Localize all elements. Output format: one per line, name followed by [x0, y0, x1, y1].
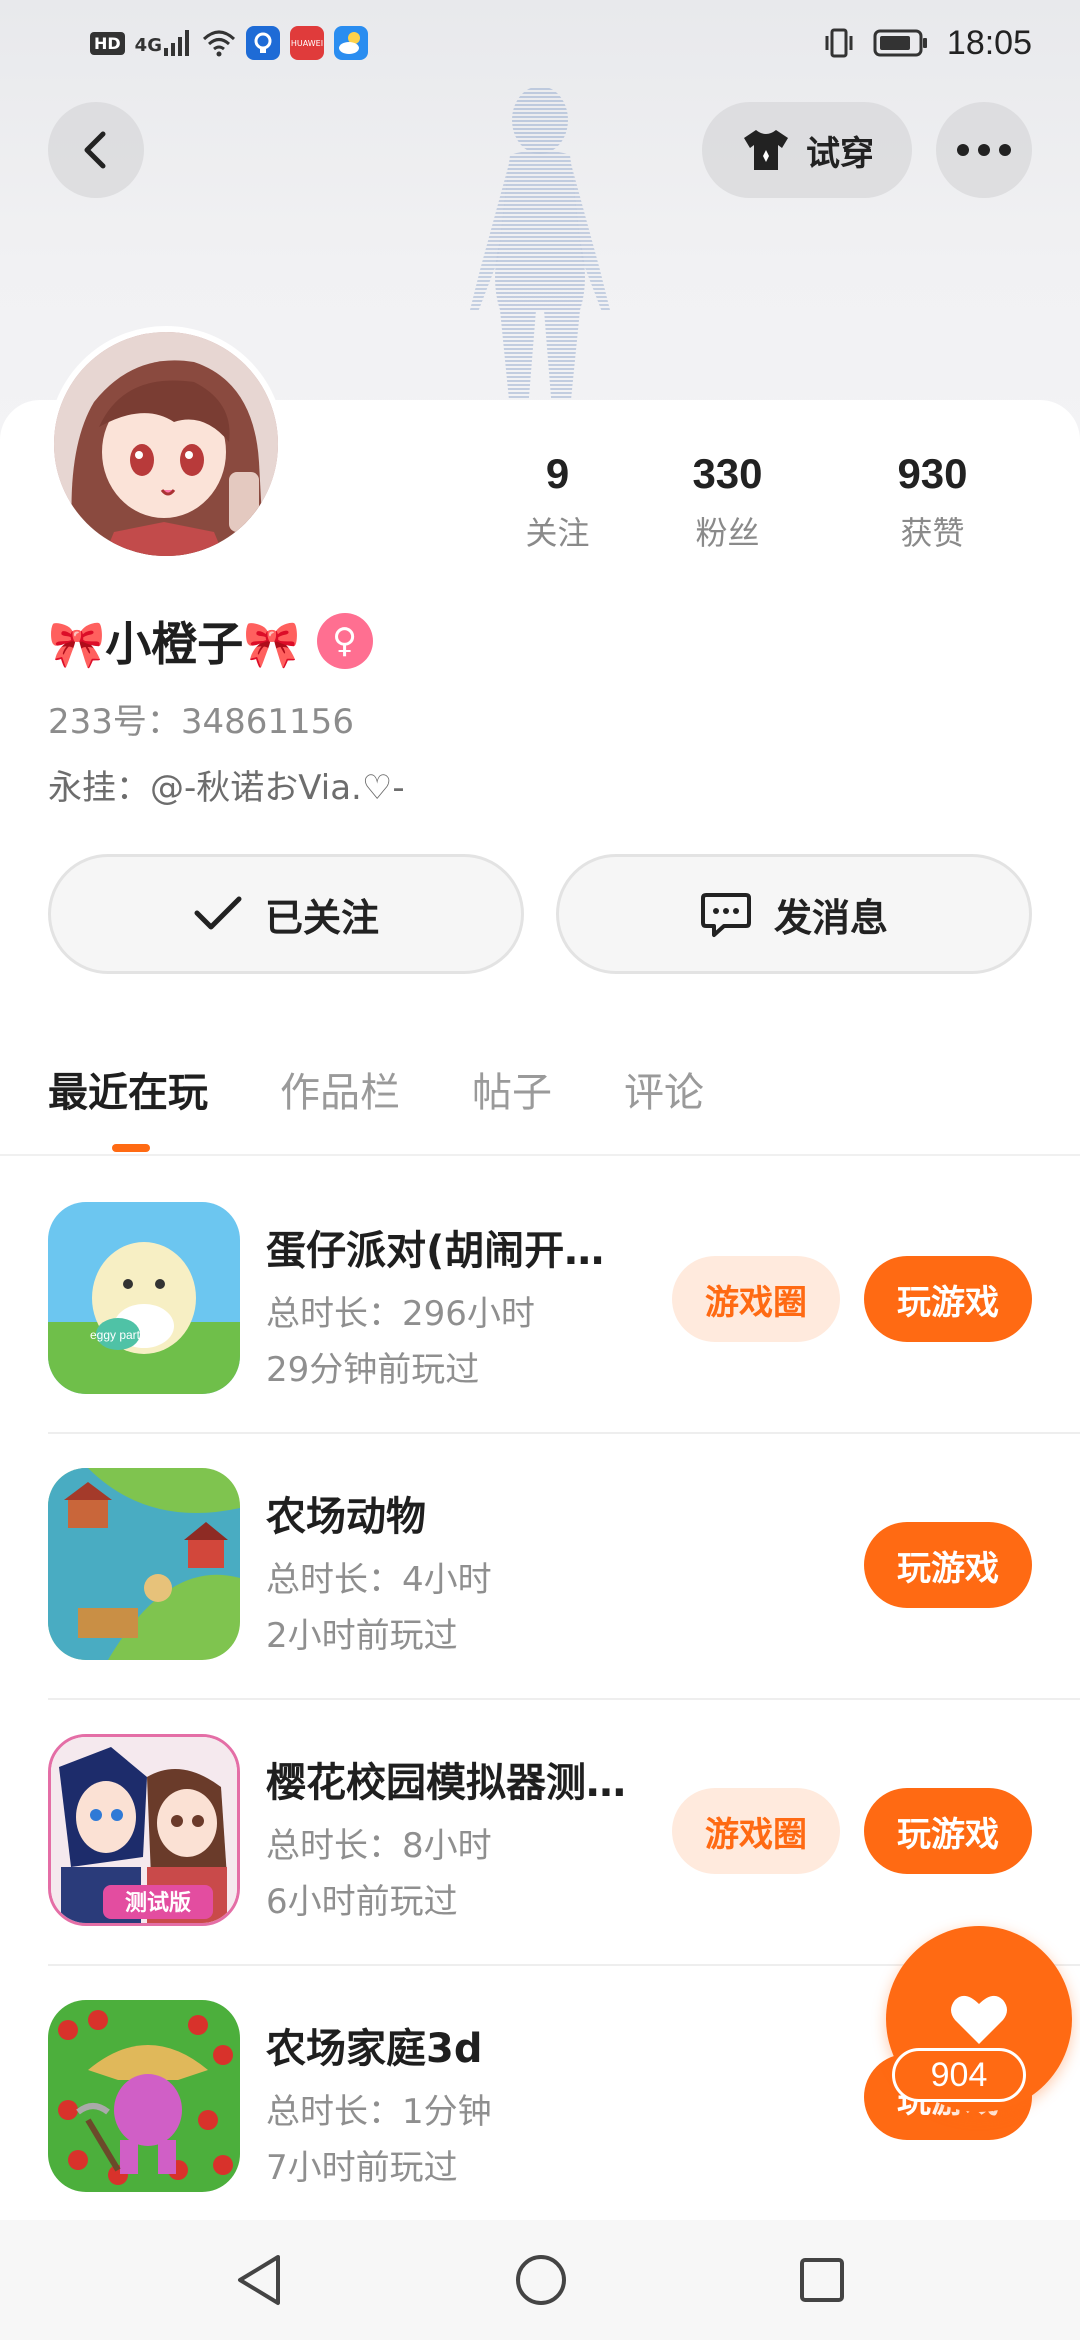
- try-on-button[interactable]: 试穿: [702, 102, 912, 198]
- tab-recently-played[interactable]: 最近在玩: [48, 1060, 208, 1118]
- try-on-label: 试穿: [806, 133, 874, 174]
- app-notification-icon: [245, 26, 280, 60]
- game-last-played: 6小时前玩过: [266, 1882, 458, 1922]
- play-game-button[interactable]: 玩游戏: [864, 1256, 1032, 1342]
- checkmark-icon: [194, 896, 242, 930]
- vibrate-icon: [825, 28, 853, 58]
- divider: [48, 1698, 1080, 1700]
- profile-name: 🎀小橙子🎀: [48, 617, 301, 671]
- avatar[interactable]: [48, 326, 284, 562]
- network-type-label: 4G: [134, 35, 162, 56]
- game-list-item[interactable]: eggy party 蛋仔派对(胡闹开… 总时长：296小时 29分钟前玩过 游…: [0, 1202, 1080, 1468]
- tshirt-icon: [744, 130, 788, 170]
- profile-tabs: 最近在玩 作品栏 帖子 评论: [48, 1060, 704, 1118]
- nav-home-icon[interactable]: [514, 2253, 568, 2307]
- divider: [48, 1432, 1080, 1434]
- tab-works[interactable]: 作品栏: [280, 1060, 400, 1118]
- farm-animals-game-icon: [48, 1468, 240, 1660]
- send-message-button[interactable]: 发消息: [556, 854, 1032, 974]
- game-total-time: 总时长：296小时: [266, 1294, 535, 1334]
- profile-name-row: 🎀小橙子🎀 ♀: [48, 608, 373, 674]
- stat-label: 粉丝: [695, 514, 760, 552]
- game-total-time: 总时长：4小时: [266, 1560, 492, 1600]
- active-tab-indicator: [112, 1144, 150, 1152]
- anime-girl-avatar-image: [54, 332, 278, 556]
- system-navigation-bar: [0, 2220, 1080, 2340]
- stat-fans[interactable]: 330 粉丝: [625, 450, 830, 554]
- stat-label: 获赞: [900, 514, 965, 552]
- game-title: 樱花校园模拟器测…: [266, 1760, 626, 1806]
- game-title: 农场动物: [266, 1494, 426, 1540]
- stat-following[interactable]: 9 关注: [490, 450, 625, 554]
- profile-pendant: 永挂：@-秋诺おVia.♡-: [48, 768, 405, 808]
- game-circle-button[interactable]: 游戏圈: [672, 1256, 840, 1342]
- sakura-school-game-icon: 测试版: [48, 1734, 240, 1926]
- stat-label: 关注: [525, 514, 590, 552]
- weather-app-icon: [333, 26, 368, 60]
- stat-number: 330: [692, 450, 763, 497]
- wifi-icon: [202, 30, 236, 57]
- like-count-badge: 904: [892, 2048, 1026, 2102]
- stat-likes[interactable]: 930 获赞: [830, 450, 1035, 554]
- back-button[interactable]: [48, 102, 144, 198]
- status-bar: HD 4G HUAWEI 18:05: [0, 0, 1080, 86]
- nav-back-icon[interactable]: [234, 2253, 284, 2307]
- send-message-label: 发消息: [773, 895, 888, 940]
- game-list-item[interactable]: 农场动物 总时长：4小时 2小时前玩过 玩游戏: [0, 1468, 1080, 1734]
- stat-number: 930: [897, 450, 968, 497]
- game-title: 蛋仔派对(胡闹开…: [266, 1228, 605, 1274]
- game-last-played: 7小时前玩过: [266, 2148, 458, 2188]
- more-dots-icon: [957, 144, 1011, 156]
- game-last-played: 2小时前玩过: [266, 1616, 458, 1656]
- battery-icon: [873, 29, 927, 57]
- nav-recents-icon[interactable]: [798, 2256, 846, 2304]
- profile-stats: 9 关注 330 粉丝 930 获赞: [490, 450, 1050, 554]
- heart-icon: [951, 1995, 1007, 2044]
- tab-posts[interactable]: 帖子: [472, 1060, 552, 1118]
- huawei-app-icon: HUAWEI: [289, 26, 324, 60]
- farm-family-3d-game-icon: [48, 2000, 240, 2192]
- 4g-signal-icon: 4G: [135, 30, 192, 56]
- play-game-button[interactable]: 玩游戏: [864, 1788, 1032, 1874]
- clock: 18:05: [946, 23, 1032, 62]
- more-options-button[interactable]: [936, 102, 1032, 198]
- game-total-time: 总时长：1分钟: [266, 2092, 492, 2132]
- game-icon-text: eggy party: [90, 1328, 146, 1342]
- game-circle-button[interactable]: 游戏圈: [672, 1788, 840, 1874]
- game-total-time: 总时长：8小时: [266, 1826, 492, 1866]
- following-button[interactable]: 已关注: [48, 854, 524, 974]
- user-id: 233号：34861156: [48, 702, 354, 742]
- top-bar: 试穿: [0, 102, 1080, 198]
- game-title: 农场家庭3d: [266, 2026, 483, 2072]
- game-icon-text: 测试版: [125, 1891, 191, 1916]
- chevron-left-icon: [84, 131, 106, 169]
- stat-number: 9: [545, 450, 570, 497]
- following-label: 已关注: [264, 895, 379, 940]
- play-game-button[interactable]: 玩游戏: [864, 1522, 1032, 1608]
- chat-bubble-icon: [700, 893, 751, 937]
- female-gender-icon: ♀: [316, 613, 373, 669]
- game-last-played: 29分钟前玩过: [266, 1350, 480, 1390]
- eggy-party-game-icon: eggy party: [48, 1202, 240, 1394]
- hd-icon: HD: [90, 31, 125, 55]
- divider: [0, 1154, 1080, 1156]
- tab-comments[interactable]: 评论: [624, 1060, 704, 1118]
